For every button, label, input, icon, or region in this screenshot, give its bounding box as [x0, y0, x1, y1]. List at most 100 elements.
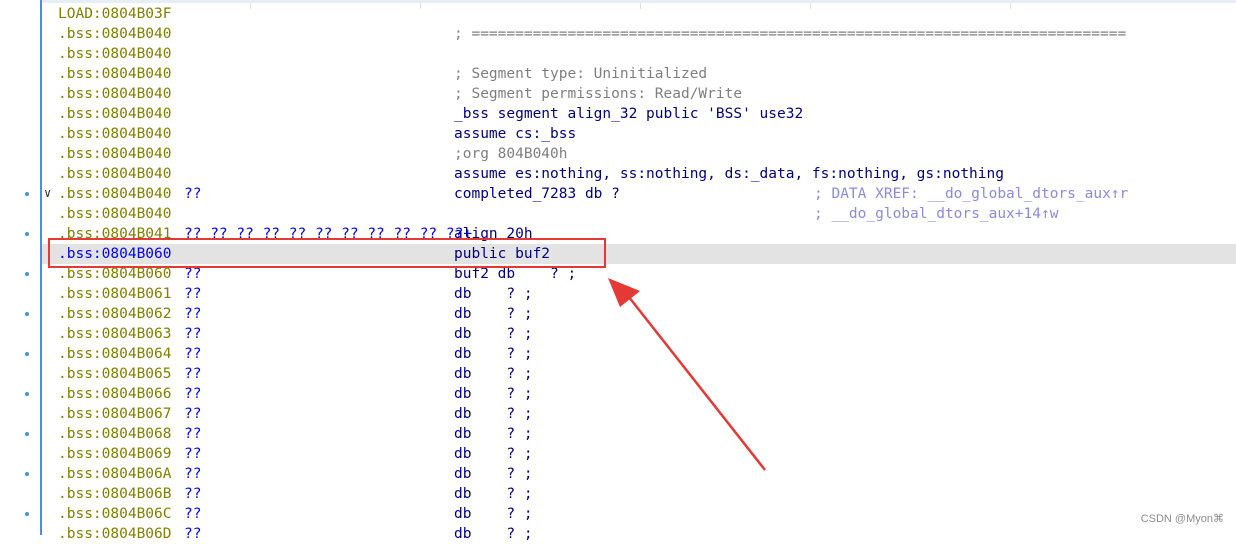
row-bytes: ??: [184, 186, 202, 202]
gutter-marker-icon[interactable]: [25, 272, 29, 276]
gutter: [0, 0, 40, 535]
listing-row[interactable]: LOAD:0804B03F: [42, 4, 1236, 24]
listing-row[interactable]: .bss:0804B06B?? db ? ;: [42, 484, 1236, 504]
gutter-marker-icon[interactable]: [25, 392, 29, 396]
row-instruction: db ? ;: [454, 386, 533, 402]
listing-row[interactable]: .bss:0804B040 assume cs:_bss: [42, 124, 1236, 144]
row-instruction: db ? ;: [454, 426, 533, 442]
row-bytes: ??: [184, 426, 202, 442]
highlight-box: [48, 238, 606, 268]
listing-row[interactable]: .bss:0804B040 ;org 804B040h: [42, 144, 1236, 164]
collapse-chevron-icon[interactable]: ∨: [44, 186, 51, 200]
row-instruction: db ? ;: [454, 446, 533, 462]
row-address: .bss:0804B062: [58, 306, 172, 322]
listing-row[interactable]: .bss:0804B040 ; Segment type: Uninitializ…: [42, 64, 1236, 84]
listing-row[interactable]: .bss:0804B040 ; __do_global_dtors_aux+14↑…: [42, 204, 1236, 224]
row-address: .bss:0804B065: [58, 366, 172, 382]
row-address: .bss:0804B040: [58, 66, 172, 82]
listing-row[interactable]: .bss:0804B040?? completed_7283 db ? ; DATA…: [42, 184, 1236, 204]
listing-row[interactable]: .bss:0804B064?? db ? ;: [42, 344, 1236, 364]
row-address: .bss:0804B06D: [58, 526, 172, 542]
row-bytes: ??: [184, 386, 202, 402]
row-bytes: ??: [184, 506, 202, 522]
row-bytes: ??: [184, 366, 202, 382]
row-instruction: assume es:nothing, ss:nothing, ds:_data,…: [454, 166, 1004, 182]
row-bytes: ??: [184, 486, 202, 502]
listing-row[interactable]: .bss:0804B062?? db ? ;: [42, 304, 1236, 324]
row-bytes: ??: [184, 406, 202, 422]
row-instruction: completed_7283 db ?: [454, 186, 620, 202]
row-bytes: ??: [184, 326, 202, 342]
row-address: LOAD:0804B03F: [58, 6, 172, 22]
row-instruction: db ? ;: [454, 286, 533, 302]
listing-row[interactable]: .bss:0804B068?? db ? ;: [42, 424, 1236, 444]
row-xref-comment[interactable]: ; DATA XREF: __do_global_dtors_aux↑r: [814, 184, 1128, 204]
listing-row[interactable]: .bss:0804B040 ; Segment permissions: Read…: [42, 84, 1236, 104]
row-instruction: db ? ;: [454, 526, 533, 542]
row-address: .bss:0804B040: [58, 166, 172, 182]
row-comment: ;org 804B040h: [454, 146, 568, 162]
listing-row[interactable]: .bss:0804B06A?? db ? ;: [42, 464, 1236, 484]
listing-row[interactable]: .bss:0804B063?? db ? ;: [42, 324, 1236, 344]
gutter-marker-icon[interactable]: [25, 312, 29, 316]
gutter-marker-icon[interactable]: [25, 512, 29, 516]
row-address: .bss:0804B069: [58, 446, 172, 462]
listing-row[interactable]: .bss:0804B067?? db ? ;: [42, 404, 1236, 424]
row-address: .bss:0804B040: [58, 146, 172, 162]
row-instruction: db ? ;: [454, 306, 533, 322]
listing-row[interactable]: .bss:0804B040 ; =========================…: [42, 24, 1236, 44]
row-instruction: db ? ;: [454, 326, 533, 342]
row-address: .bss:0804B066: [58, 386, 172, 402]
listing-row[interactable]: .bss:0804B040 _bss segment align_32 publi…: [42, 104, 1236, 124]
row-address: .bss:0804B067: [58, 406, 172, 422]
row-instruction: db ? ;: [454, 346, 533, 362]
row-instruction: db ? ;: [454, 406, 533, 422]
row-bytes: ??: [184, 446, 202, 462]
row-address: .bss:0804B064: [58, 346, 172, 362]
row-bytes: ??: [184, 286, 202, 302]
row-address: .bss:0804B040: [58, 26, 172, 42]
row-comment: ; ======================================…: [454, 26, 1127, 42]
row-bytes: ??: [184, 466, 202, 482]
row-address: .bss:0804B040: [58, 206, 172, 222]
row-address: .bss:0804B040: [58, 126, 172, 142]
row-instruction: db ? ;: [454, 506, 533, 522]
row-address: .bss:0804B06A: [58, 466, 172, 482]
row-instruction: db ? ;: [454, 366, 533, 382]
gutter-marker-icon[interactable]: [25, 432, 29, 436]
row-bytes: ??: [184, 526, 202, 542]
row-bytes: ??: [184, 346, 202, 362]
row-instruction: db ? ;: [454, 466, 533, 482]
watermark: CSDN @Myon⌘: [1140, 513, 1224, 525]
row-address: .bss:0804B06C: [58, 506, 172, 522]
row-address: .bss:0804B040: [58, 186, 172, 202]
row-instruction: _bss segment align_32 public 'BSS' use32: [454, 106, 804, 122]
listing-row[interactable]: .bss:0804B065?? db ? ;: [42, 364, 1236, 384]
listing-row[interactable]: .bss:0804B069?? db ? ;: [42, 444, 1236, 464]
gutter-marker-icon[interactable]: [25, 352, 29, 356]
gutter-marker-icon[interactable]: [25, 472, 29, 476]
row-instruction: assume cs:_bss: [454, 126, 577, 142]
listing-row[interactable]: .bss:0804B040 assume es:nothing, ss:nothi…: [42, 164, 1236, 184]
listing-row[interactable]: .bss:0804B06C?? db ? ;: [42, 504, 1236, 524]
row-xref-comment[interactable]: ; __do_global_dtors_aux+14↑w: [814, 204, 1058, 224]
disassembly-listing[interactable]: LOAD:0804B03F .bss:0804B040 ; ============…: [42, 4, 1236, 542]
gutter-marker-icon[interactable]: [25, 232, 29, 236]
row-address: .bss:0804B061: [58, 286, 172, 302]
row-address: .bss:0804B063: [58, 326, 172, 342]
row-comment: ; Segment type: Uninitialized: [454, 66, 708, 82]
listing-row[interactable]: .bss:0804B061?? db ? ;: [42, 284, 1236, 304]
listing-row[interactable]: .bss:0804B066?? db ? ;: [42, 384, 1236, 404]
row-address: .bss:0804B040: [58, 106, 172, 122]
listing-row[interactable]: .bss:0804B040: [42, 44, 1236, 64]
row-address: .bss:0804B068: [58, 426, 172, 442]
listing-row[interactable]: .bss:0804B06D?? db ? ;: [42, 524, 1236, 544]
row-address: .bss:0804B040: [58, 86, 172, 102]
row-bytes: ??: [184, 306, 202, 322]
top-border: [42, 0, 1236, 3]
row-address: .bss:0804B06B: [58, 486, 172, 502]
gutter-marker-icon[interactable]: [25, 192, 29, 196]
row-instruction: db ? ;: [454, 486, 533, 502]
row-comment: ; Segment permissions: Read/Write: [454, 86, 743, 102]
row-address: .bss:0804B040: [58, 46, 172, 62]
